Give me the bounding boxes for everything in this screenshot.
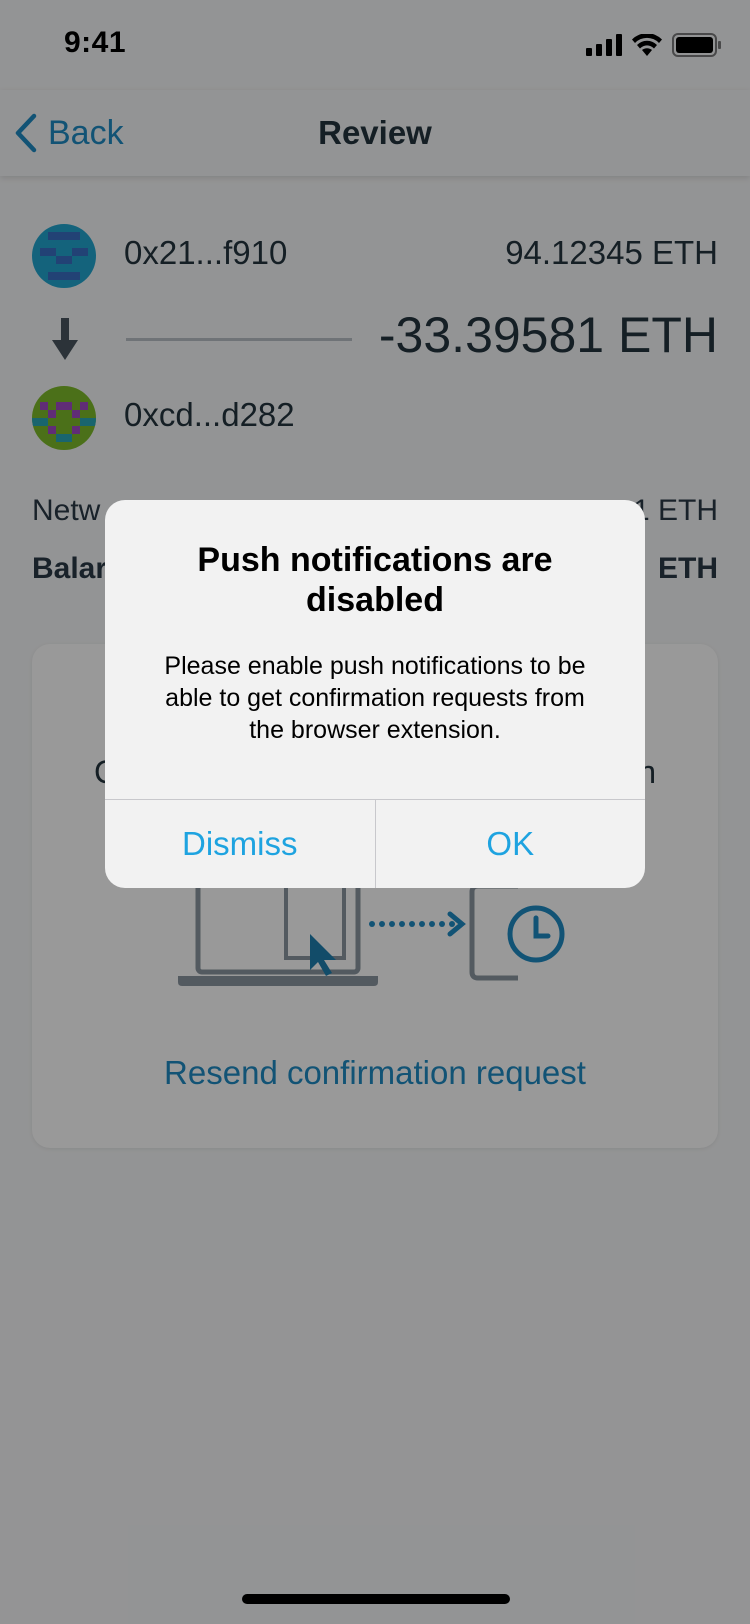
alert-message: Please enable push notifications to be a… [164,652,586,744]
ok-button[interactable]: OK [374,800,646,888]
alert-title: Push notifications are disabled [197,541,553,619]
dismiss-button[interactable]: Dismiss [105,800,375,888]
alert-button-bar: Dismiss OK [105,799,645,888]
home-indicator [242,1594,510,1604]
push-notifications-alert: Push notifications are disabled Please e… [105,500,645,888]
